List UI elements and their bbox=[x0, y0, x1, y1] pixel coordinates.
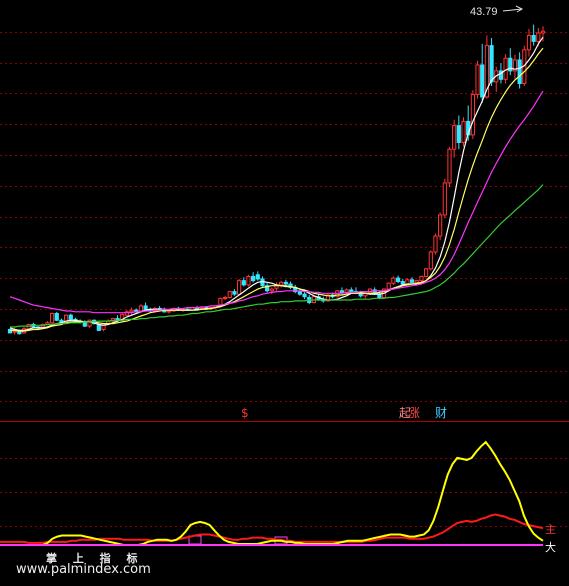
candle-body bbox=[480, 64, 485, 98]
candle-body bbox=[134, 309, 139, 312]
candle-body bbox=[391, 277, 396, 284]
candle-body bbox=[297, 291, 302, 295]
candle-body bbox=[199, 307, 204, 310]
dollar-marker: $ bbox=[241, 406, 249, 420]
candle-body bbox=[531, 34, 536, 42]
candle-body bbox=[470, 93, 475, 136]
candle bbox=[227, 290, 232, 299]
candle-body bbox=[129, 309, 134, 313]
candle-body bbox=[438, 214, 443, 237]
candle bbox=[503, 54, 508, 84]
candle-body bbox=[12, 330, 17, 333]
candle-body bbox=[255, 274, 260, 280]
candle-body bbox=[251, 275, 256, 282]
candle-body bbox=[447, 148, 452, 184]
candle-body bbox=[143, 305, 148, 310]
candle bbox=[433, 233, 438, 255]
candle-body bbox=[452, 125, 457, 150]
stock-chart: 43.79 $ 起 涨 财 主 大 bbox=[0, 0, 569, 586]
candle-body bbox=[414, 280, 419, 283]
candle bbox=[442, 178, 447, 219]
candle-body bbox=[279, 281, 284, 286]
candle-body bbox=[419, 275, 424, 282]
candle-body bbox=[232, 291, 237, 295]
price-high-label: 43.79 bbox=[470, 6, 498, 18]
candle bbox=[461, 117, 466, 147]
cai-marker: 财 bbox=[435, 406, 447, 420]
candle bbox=[470, 90, 475, 140]
candle-body bbox=[349, 289, 354, 293]
candle-body bbox=[166, 310, 172, 313]
candle-body bbox=[96, 323, 101, 331]
candle-body bbox=[269, 288, 274, 292]
candle bbox=[386, 282, 391, 290]
candle-body bbox=[246, 275, 251, 286]
candle-body bbox=[461, 120, 466, 143]
candle-body bbox=[395, 277, 401, 282]
candle-body bbox=[227, 291, 232, 299]
candle bbox=[447, 146, 452, 188]
candle-body bbox=[236, 280, 242, 295]
candle-body bbox=[424, 268, 429, 277]
candle-body bbox=[87, 319, 92, 327]
candle-body bbox=[442, 182, 447, 216]
candle-body bbox=[302, 293, 307, 298]
candle-body bbox=[428, 251, 433, 270]
candle-body bbox=[400, 280, 405, 285]
watermark-url: www.palmindex.com bbox=[16, 562, 151, 577]
candle-body bbox=[222, 297, 228, 300]
candle-body bbox=[138, 305, 144, 312]
series-label-da: 大 bbox=[545, 540, 556, 554]
candle-body bbox=[526, 34, 532, 51]
candle-body bbox=[260, 278, 265, 287]
candle-body bbox=[386, 282, 391, 290]
candle-body bbox=[241, 280, 246, 286]
series-label-zhu: 主 bbox=[545, 523, 556, 536]
candle-body bbox=[433, 235, 438, 253]
candle bbox=[236, 278, 242, 295]
candle bbox=[246, 274, 251, 287]
candle-body bbox=[405, 279, 410, 285]
candle bbox=[438, 212, 443, 241]
candle-body bbox=[409, 279, 415, 283]
candle-body bbox=[503, 57, 508, 80]
candle bbox=[87, 319, 92, 328]
candle-body bbox=[536, 32, 541, 42]
candle-body bbox=[489, 45, 494, 83]
candle-body bbox=[475, 64, 480, 95]
candle-body bbox=[54, 313, 59, 321]
candle bbox=[391, 276, 396, 285]
candle bbox=[54, 311, 59, 322]
candle bbox=[428, 250, 433, 271]
candle bbox=[424, 268, 429, 278]
candle-body bbox=[456, 125, 461, 143]
candle bbox=[475, 60, 480, 99]
candle-body bbox=[339, 290, 345, 293]
candle-body bbox=[517, 59, 522, 85]
candle-body bbox=[540, 30, 546, 34]
candle bbox=[49, 312, 55, 324]
zhang-marker: 涨 bbox=[408, 405, 420, 420]
candle-body bbox=[68, 314, 73, 320]
candle-body bbox=[283, 281, 288, 285]
candle-body bbox=[49, 313, 55, 324]
